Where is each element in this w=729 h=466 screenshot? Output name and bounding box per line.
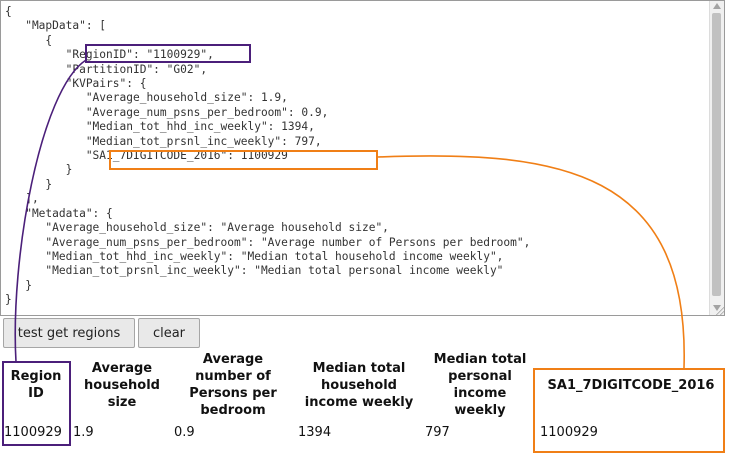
sa1-connector-line <box>377 155 685 369</box>
annotation-connectors <box>14 59 685 369</box>
region-id-connector-line <box>14 59 87 363</box>
